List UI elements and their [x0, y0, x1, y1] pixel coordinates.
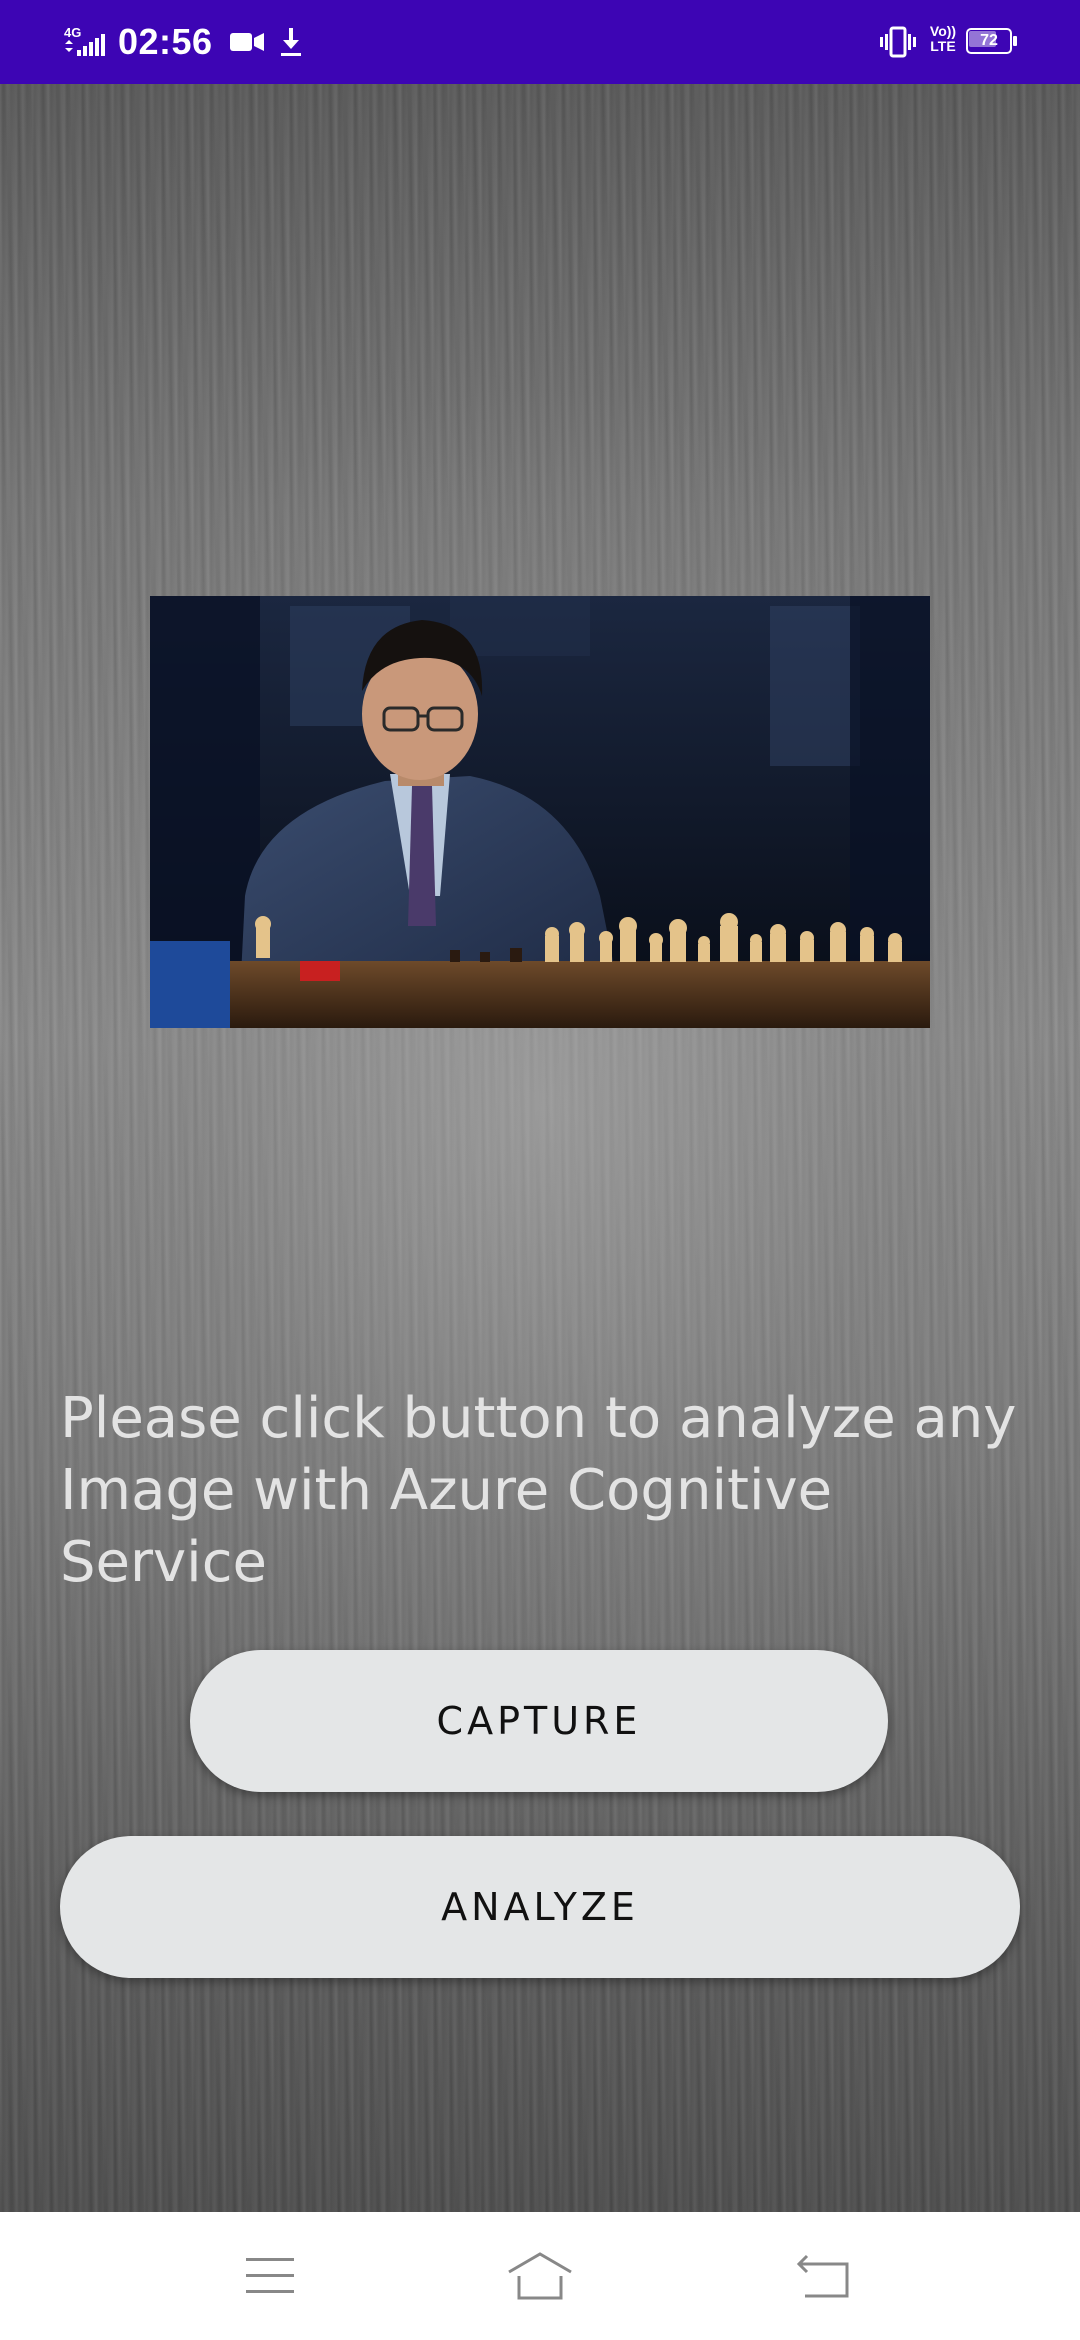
instruction-text: Please click button to analyze any Image… — [60, 1386, 1017, 1595]
volte-indicator: Vo)) LTE — [926, 24, 960, 60]
back-icon[interactable] — [795, 2246, 855, 2306]
battery-icon: 72 — [966, 28, 1018, 56]
menu-icon[interactable] — [240, 2246, 300, 2306]
signal-4g-icon: 4G — [64, 25, 105, 56]
home-icon[interactable] — [505, 2246, 575, 2306]
capture-button[interactable]: CAPTURE — [190, 1650, 888, 1792]
volte-top-label: Vo)) — [929, 23, 957, 39]
status-bar: 4G 02:56 Vo)) LTE 72 — [0, 0, 1080, 84]
main-content: Please click button to analyze any Image… — [0, 84, 1080, 2212]
download-icon — [281, 28, 301, 56]
battery-level-label: 72 — [980, 32, 998, 49]
vibrate-icon — [880, 26, 916, 58]
analyze-button[interactable]: ANALYZE — [60, 1836, 1020, 1978]
status-time: 02:56 — [118, 21, 213, 62]
video-camera-icon — [230, 33, 264, 51]
analyzed-photo — [150, 596, 930, 1028]
network-type: 4G — [64, 25, 81, 40]
chess-player-image — [150, 596, 930, 1028]
volte-bottom-label: LTE — [930, 38, 956, 54]
navigation-bar — [0, 2212, 1080, 2340]
